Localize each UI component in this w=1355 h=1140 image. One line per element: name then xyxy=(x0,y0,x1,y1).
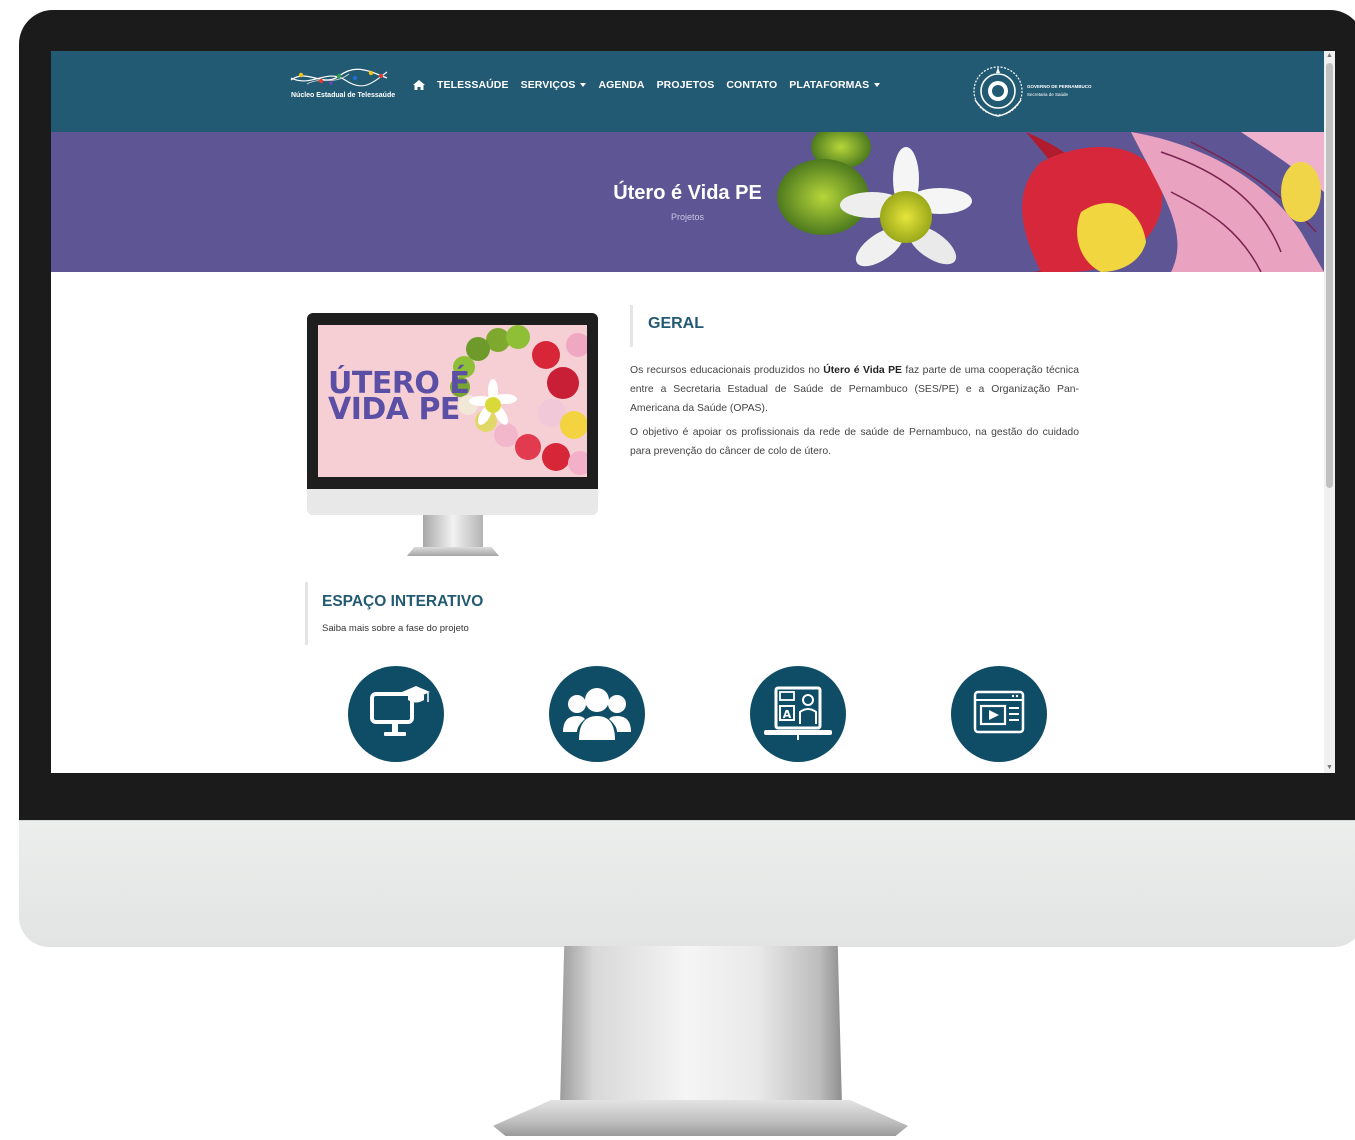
main-nav: TELESSAÚDE SERVIÇOS AGENDA PROJETOS CONT… xyxy=(413,79,881,91)
gov-label: GOVERNO DE PERNAMBUCO Secretaria de Saúd… xyxy=(1027,84,1092,97)
monitor-graduation-icon xyxy=(370,686,430,736)
monitor-graduation-button[interactable] xyxy=(348,666,444,762)
project-image-text: ÚTERO É VIDA PE xyxy=(328,366,470,427)
nav-servicos[interactable]: SERVIÇOS xyxy=(521,79,587,91)
espaco-subtitle: Saiba mais sobre a fase do projeto xyxy=(322,623,469,634)
nav-agenda[interactable]: AGENDA xyxy=(598,79,644,91)
mockup-monitor-stand xyxy=(423,515,483,549)
geral-paragraph-2: O objetivo é apoiar os profissionais da … xyxy=(630,427,1079,457)
home-icon xyxy=(413,80,425,90)
mockup-monitor-base xyxy=(407,547,499,556)
online-teacher-icon: A xyxy=(764,686,832,740)
hero-banner: Útero é Vida PE Projetos xyxy=(51,132,1324,272)
online-teacher-button[interactable]: A xyxy=(750,666,846,762)
espaco-title: ESPAÇO INTERATIVO xyxy=(322,593,484,610)
video-player-button[interactable] xyxy=(951,666,1047,762)
svg-text:A: A xyxy=(783,708,792,721)
geral-description: Os recursos educacionais produzidos no Ú… xyxy=(630,361,1079,466)
nav-home[interactable] xyxy=(413,80,425,90)
geral-title: GERAL xyxy=(648,315,704,332)
browser-viewport: Núcleo Estadual de Telessaúde TELESSAÚDE… xyxy=(51,51,1335,773)
logo-text: Núcleo Estadual de Telessaúde xyxy=(291,92,396,99)
video-player-icon xyxy=(973,690,1025,734)
scrollbar-thumb[interactable] xyxy=(1326,63,1333,488)
nav-projetos[interactable]: PROJETOS xyxy=(657,79,715,91)
breadcrumb[interactable]: Projetos xyxy=(51,212,1324,222)
page-title: Útero é Vida PE xyxy=(613,182,762,204)
project-image: ÚTERO É VIDA PE xyxy=(307,313,599,560)
espaco-heading-bar xyxy=(305,582,568,645)
pernambuco-seal-icon[interactable] xyxy=(971,64,1025,118)
scroll-down-icon[interactable]: ▼ xyxy=(1324,763,1335,773)
nav-telessaude[interactable]: TELESSAÚDE xyxy=(437,79,509,91)
group-users-icon xyxy=(563,688,631,740)
scroll-up-icon[interactable]: ▲ xyxy=(1324,51,1335,61)
page-scrollbar[interactable]: ▲ ▼ xyxy=(1324,51,1335,773)
caret-down-icon xyxy=(874,83,881,87)
mockup-monitor-screen: ÚTERO É VIDA PE xyxy=(318,325,587,477)
caret-down-icon xyxy=(580,83,587,87)
group-users-button[interactable] xyxy=(549,666,645,762)
nav-contato[interactable]: CONTATO xyxy=(726,79,777,91)
monitor-stand xyxy=(560,946,842,1106)
nav-plataformas[interactable]: PLATAFORMAS xyxy=(789,79,881,91)
mockup-monitor-chin xyxy=(307,489,598,515)
monitor-chin xyxy=(19,820,1355,947)
site-header: Núcleo Estadual de Telessaúde TELESSAÚDE… xyxy=(51,51,1324,132)
geral-paragraph-1: Os recursos educacionais produzidos no Ú… xyxy=(630,365,1079,414)
monitor-base xyxy=(493,1100,908,1136)
